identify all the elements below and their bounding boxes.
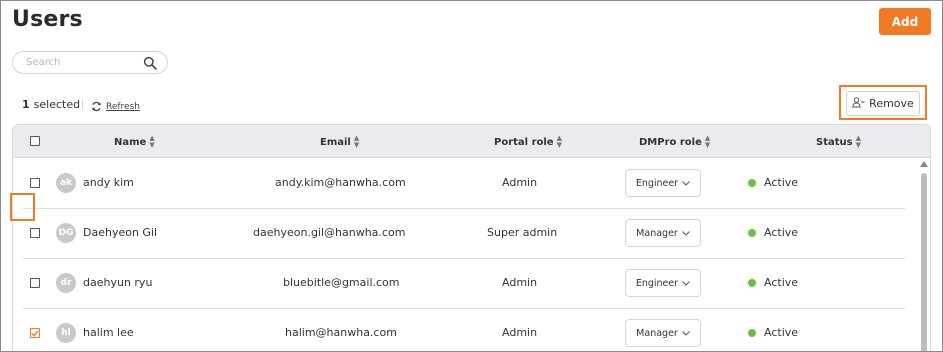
avatar: DG: [56, 223, 76, 243]
dmpro-role-select[interactable]: Manager: [625, 219, 701, 247]
table-row[interactable]: hl halim lee halim@hanwha.com Admin Mana…: [13, 308, 905, 351]
selected-label: selected: [33, 98, 81, 111]
remove-button[interactable]: Remove: [846, 91, 920, 116]
checkbox-highlight: [10, 193, 35, 221]
page-title: Users: [12, 7, 83, 32]
column-header-email[interactable]: Email ▲ ▼: [320, 135, 359, 149]
column-header-status[interactable]: Status ▲ ▼: [816, 135, 861, 149]
refresh-icon[interactable]: [91, 97, 102, 116]
user-name: daehyun ryu: [83, 276, 153, 289]
user-email: bluebitle@gmail.com: [283, 276, 400, 289]
remove-label: Remove: [869, 97, 914, 110]
column-header-portal-role[interactable]: Portal role ▲ ▼: [494, 135, 562, 149]
portal-role: Admin: [502, 176, 538, 189]
user-name: andy kim: [83, 176, 134, 189]
portal-role: Super admin: [487, 226, 558, 239]
scroll-thumb[interactable]: [921, 173, 927, 351]
table-header: Name ▲ ▼ Email ▲ ▼ Portal role ▲ ▼ DMPro role ▲…: [13, 125, 930, 158]
status-text: Active: [764, 326, 799, 339]
user-email: halim@hanwha.com: [285, 326, 397, 339]
chevron-down-icon: [682, 180, 691, 186]
sort-icon[interactable]: ▲ ▼: [149, 135, 154, 149]
refresh-link[interactable]: Refresh: [91, 97, 140, 116]
select-all-checkbox[interactable]: [30, 136, 40, 146]
status-dot: [748, 279, 756, 287]
table-row[interactable]: dr daehyun ryu bluebitle@gmail.com Admin…: [13, 258, 905, 308]
status-dot: [748, 179, 756, 187]
table-row[interactable]: ak andy kim andy.kim@hanwha.com Admin En…: [13, 158, 905, 208]
portal-role: Admin: [502, 276, 538, 289]
row-checkbox-checked[interactable]: [30, 328, 40, 338]
add-button[interactable]: Add: [879, 8, 931, 35]
divider: [82, 100, 83, 109]
user-email: daehyeon.gil@hanwha.com: [253, 226, 406, 239]
status-text: Active: [764, 226, 799, 239]
sort-icon[interactable]: ▲ ▼: [705, 135, 710, 149]
scroll-up-icon[interactable]: [920, 161, 928, 167]
avatar: hl: [56, 323, 76, 343]
chevron-down-icon: [681, 330, 690, 336]
vertical-scrollbar[interactable]: [916, 158, 930, 351]
search-input[interactable]: [26, 57, 136, 68]
column-header-dmpro-role[interactable]: DMPro role ▲ ▼: [639, 135, 710, 149]
table-row[interactable]: DG Daehyeon Gil daehyeon.gil@hanwha.com …: [13, 208, 905, 258]
status-dot: [748, 329, 756, 337]
sort-icon[interactable]: ▲ ▼: [354, 135, 359, 149]
refresh-label[interactable]: Refresh: [106, 102, 140, 112]
search-icon[interactable]: [143, 56, 157, 70]
dmpro-role-select[interactable]: Engineer: [625, 269, 701, 297]
sort-icon[interactable]: ▲ ▼: [856, 135, 861, 149]
status-text: Active: [764, 176, 799, 189]
row-checkbox[interactable]: [30, 178, 40, 188]
dmpro-role-select[interactable]: Manager: [625, 319, 701, 347]
row-checkbox[interactable]: [30, 278, 40, 288]
status-dot: [748, 229, 756, 237]
row-checkbox[interactable]: [30, 228, 40, 238]
avatar: dr: [56, 273, 76, 293]
remove-user-icon: [852, 96, 865, 111]
user-name: halim lee: [83, 326, 134, 339]
selected-count: 1: [22, 98, 30, 111]
chevron-down-icon: [682, 280, 691, 286]
dmpro-role-select[interactable]: Engineer: [625, 169, 701, 197]
avatar: ak: [56, 173, 76, 193]
column-header-name[interactable]: Name ▲ ▼: [114, 135, 155, 149]
status-text: Active: [764, 276, 799, 289]
user-email: andy.kim@hanwha.com: [275, 176, 406, 189]
selection-info: 1 selected: [22, 98, 80, 111]
check-icon: [31, 330, 39, 337]
user-name: Daehyeon Gil: [83, 226, 158, 239]
search-box[interactable]: [12, 51, 168, 74]
users-table: Name ▲ ▼ Email ▲ ▼ Portal role ▲ ▼ DMPro role ▲…: [12, 124, 931, 351]
sort-icon[interactable]: ▲ ▼: [557, 135, 562, 149]
chevron-down-icon: [681, 230, 690, 236]
users-page: Users Add 1 selected Refresh: [0, 0, 943, 352]
portal-role: Admin: [502, 326, 538, 339]
